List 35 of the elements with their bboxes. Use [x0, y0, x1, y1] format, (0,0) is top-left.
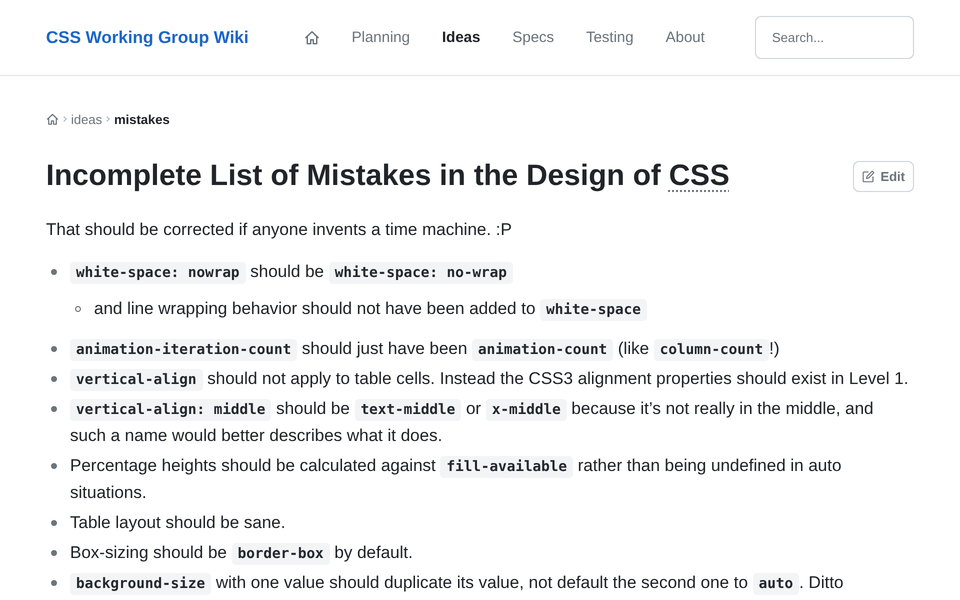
- edit-button[interactable]: Edit: [853, 160, 914, 192]
- bullet-icon: [51, 406, 57, 412]
- list-item-text: Percentage heights should be calculated against fill-available rather than being undefined in auto situations.: [70, 455, 842, 504]
- intro-paragraph: That should be corrected if anyone invents a time machine. :P: [46, 219, 513, 241]
- page-title: Incomplete List of Mistakes in the Design of CSS: [46, 158, 730, 194]
- list-item-text: vertical-align should not apply to table cells. Instead the CSS3 alignment properties should exist in Level 1.: [70, 365, 914, 392]
- list-item-text: background-size with one value should duplicate its value, not default the second one to auto . Ditto: [70, 569, 914, 596]
- site-logo-link[interactable]: CSS Working Group Wiki: [46, 28, 249, 48]
- bullet-icon: [75, 306, 81, 312]
- nav-link[interactable]: Planning: [352, 29, 410, 46]
- list-item-text: and line wrapping behavior should not have been added to white-space: [94, 295, 914, 322]
- search-field[interactable]: Search...: [755, 16, 914, 59]
- bullet-icon: [51, 376, 57, 382]
- bullet-icon: [51, 462, 57, 468]
- nav-link[interactable]: About: [666, 29, 705, 46]
- bullet-icon: [51, 520, 57, 526]
- bullet-icon: [51, 550, 57, 556]
- bullet-icon: [51, 580, 57, 586]
- bullet-icon: [51, 346, 57, 352]
- bullet-icon: [51, 268, 57, 274]
- list-item-text: Table layout should be sane.: [70, 512, 286, 534]
- list-item-text: vertical-align: middle should be text-middle or x-middle because it’s not really in the middle, and such a name would better describes what it does.: [70, 398, 875, 447]
- home-icon[interactable]: [304, 30, 320, 46]
- chevron-icon: [106, 116, 110, 122]
- list-item-text: Box-sizing should be border-box by default.: [70, 539, 914, 566]
- edit-icon: [862, 170, 876, 182]
- list-item-text: white-space: nowrap should be white-space: no-wrap: [70, 258, 914, 285]
- breadcrumb-link[interactable]: ideas: [71, 112, 102, 126]
- chevron-icon: [63, 116, 67, 122]
- list-item-text: animation-iteration-count should just have been animation-count (like column-count !): [70, 335, 914, 362]
- nav-link[interactable]: Testing: [586, 29, 634, 46]
- breadcrumb-current[interactable]: mistakes: [114, 112, 170, 126]
- nav-link[interactable]: Ideas: [442, 29, 480, 46]
- nav-link[interactable]: Specs: [512, 29, 554, 46]
- home-icon[interactable]: [46, 112, 59, 126]
